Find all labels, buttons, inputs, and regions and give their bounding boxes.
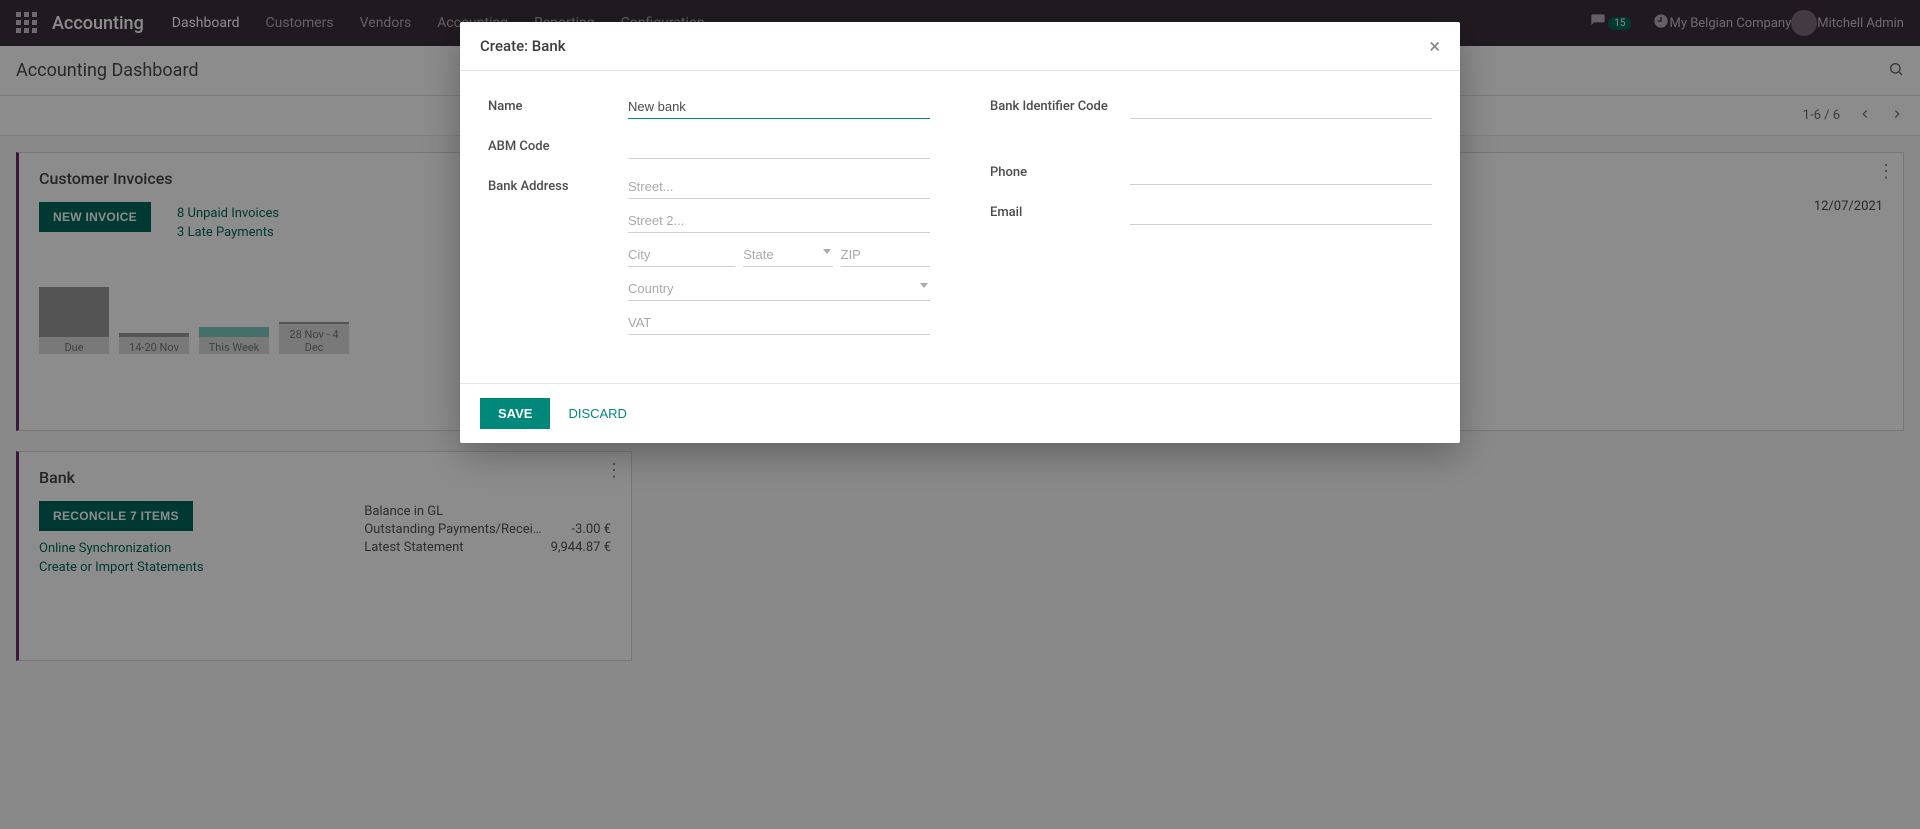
modal-header: Create: Bank ×: [460, 22, 1460, 71]
phone-input[interactable]: [1130, 161, 1432, 185]
save-button[interactable]: SAVE: [480, 398, 550, 429]
modal-body: Name ABM Code Bank Address: [460, 71, 1460, 383]
create-bank-modal: Create: Bank × Name ABM Code Bank Addres…: [460, 22, 1460, 443]
discard-button[interactable]: DISCARD: [564, 398, 631, 429]
email-input[interactable]: [1130, 201, 1432, 225]
label-bic: Bank Identifier Code: [990, 95, 1130, 114]
state-select[interactable]: [743, 243, 832, 267]
label-email: Email: [990, 201, 1130, 220]
country-select[interactable]: [628, 277, 930, 301]
label-phone: Phone: [990, 161, 1130, 180]
label-abm: ABM Code: [488, 135, 628, 154]
name-input[interactable]: [628, 95, 930, 119]
modal-overlay: Create: Bank × Name ABM Code Bank Addres…: [0, 0, 1920, 829]
city-input[interactable]: [628, 243, 735, 267]
abm-input[interactable]: [628, 135, 930, 159]
close-icon[interactable]: ×: [1429, 36, 1440, 56]
modal-footer: SAVE DISCARD: [460, 383, 1460, 443]
bic-input[interactable]: [1130, 95, 1432, 119]
modal-right-col: Bank Identifier Code Phone Email: [990, 95, 1432, 351]
label-address: Bank Address: [488, 175, 628, 194]
modal-left-col: Name ABM Code Bank Address: [488, 95, 930, 351]
label-name: Name: [488, 95, 628, 114]
modal-title: Create: Bank: [480, 37, 566, 55]
street-input[interactable]: [628, 175, 930, 199]
vat-input[interactable]: [628, 311, 930, 335]
zip-input[interactable]: [841, 243, 930, 267]
street2-input[interactable]: [628, 209, 930, 233]
